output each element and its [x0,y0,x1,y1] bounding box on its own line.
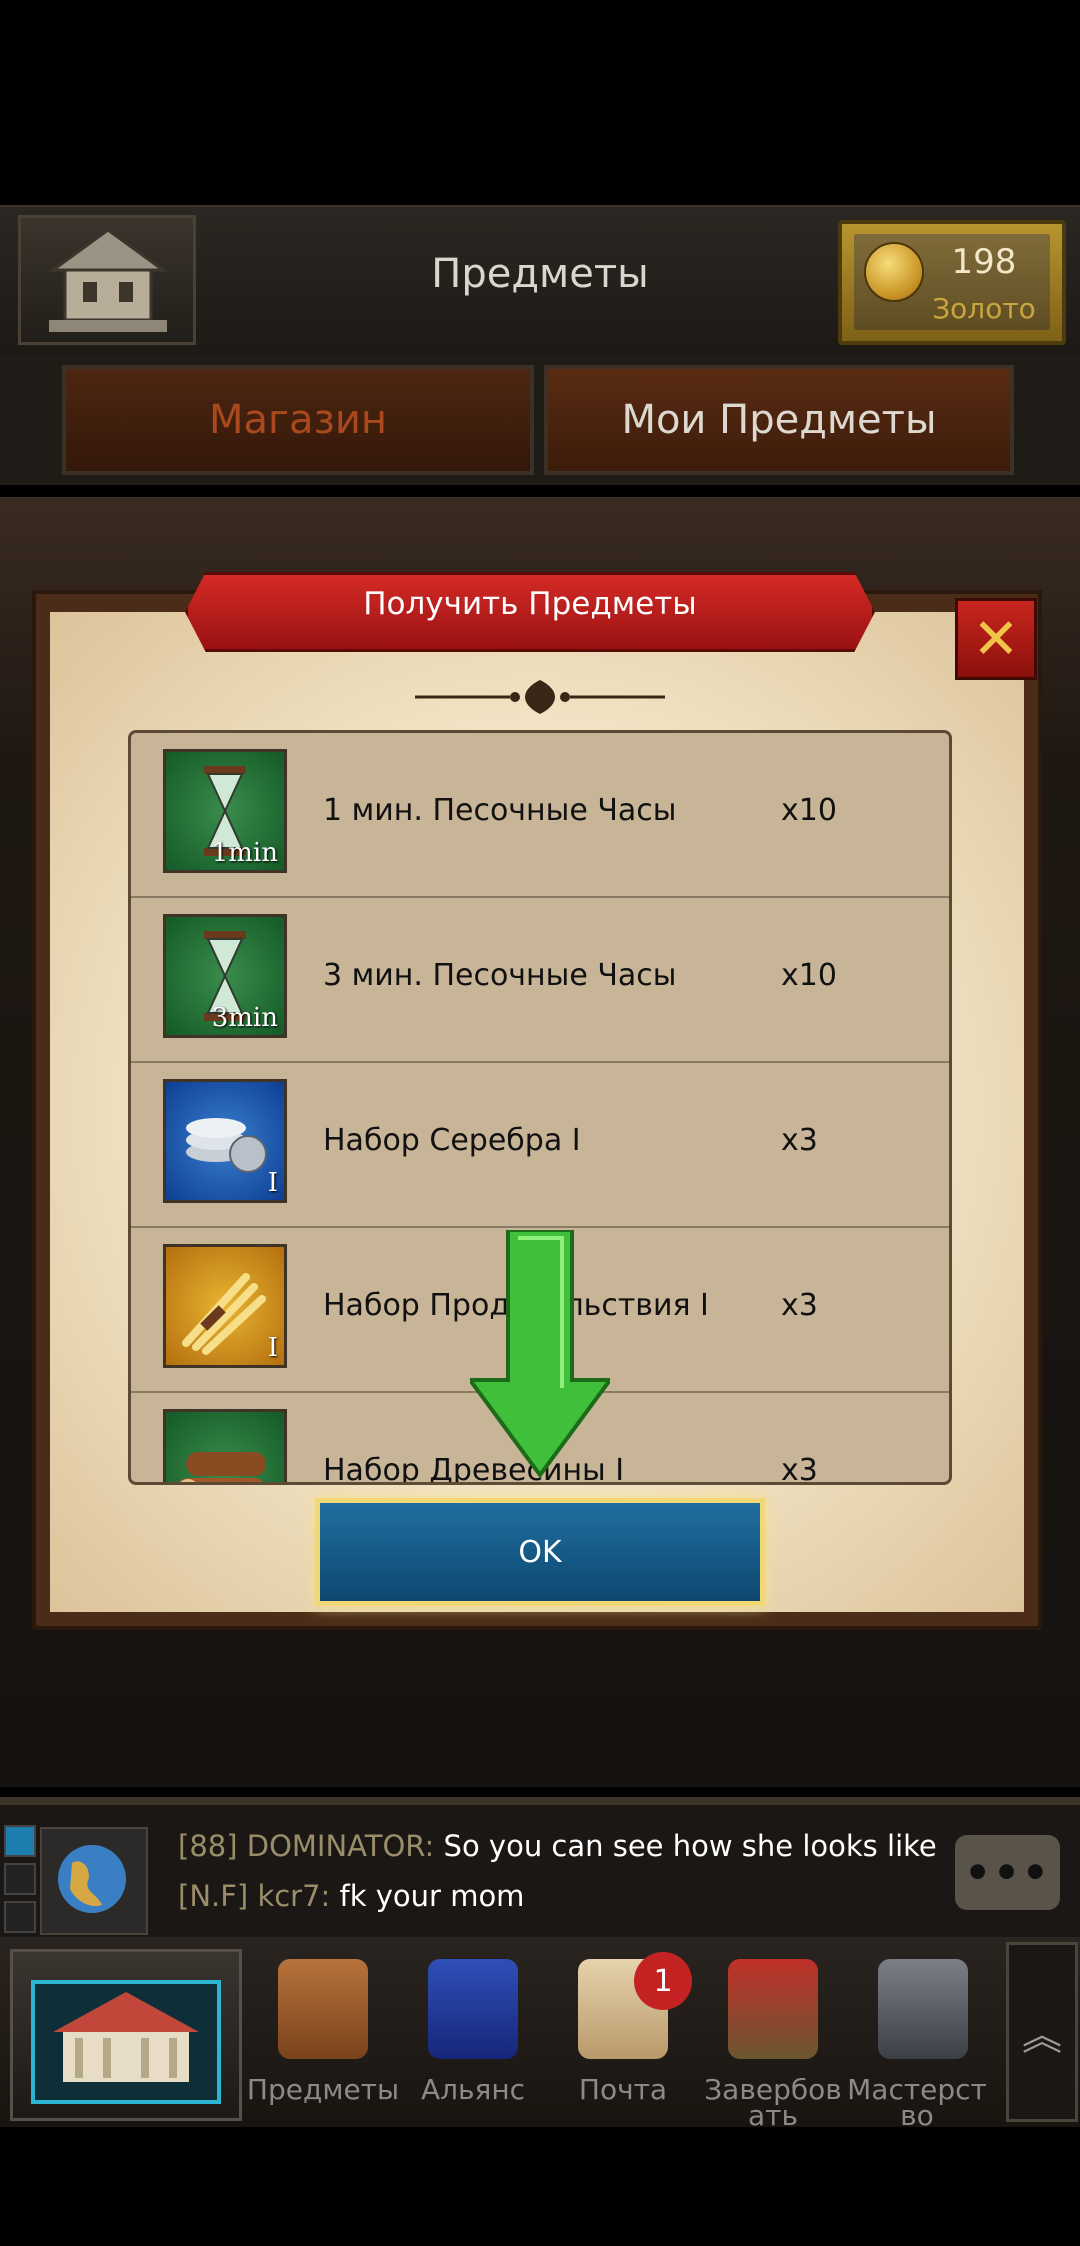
chevron-up-icon: ︽ [1022,2013,1062,2059]
nav-alliance[interactable]: Альянс [398,1949,548,2119]
list-item: 1min 1 мин. Песочные Часы x10 [131,733,949,898]
nav-mastery[interactable]: Мастерство [847,1949,998,2130]
chat-username: [88] DOMINATOR: [178,1829,435,1863]
hourglass-icon: 1min [163,749,287,873]
item-name: Набор Серебра I [323,1123,581,1158]
mail-badge: 1 [634,1952,692,2010]
banner-icon [428,1959,518,2059]
chat-text: fk your mom [330,1879,525,1913]
chat-panel[interactable]: [88] DOMINATOR: So you can see how she l… [0,1797,1080,1945]
list-item: I Набор Серебра I x3 [131,1063,949,1228]
silver-coins-icon: I [163,1079,287,1203]
chat-more-button[interactable]: ••• [955,1835,1060,1910]
item-sublabel: 3min [211,1003,278,1033]
nav-label: Предметы [246,2073,400,2106]
gold-counter[interactable]: 198 Золото [838,220,1066,345]
tab-my-items[interactable]: Мои Предметы [544,365,1014,475]
nav-label: Почта [578,2073,668,2106]
wood-logs-icon [163,1409,287,1482]
bottom-nav: Предметы Альянс Почта Завербовать Мастер… [0,1937,1080,2130]
close-button[interactable]: ✕ [955,598,1037,680]
green-arrow-down-icon [470,1230,610,1479]
x-icon: ✕ [972,606,1020,672]
gold-label: Золото [932,292,1036,325]
nav-items[interactable]: Предметы [247,1949,399,2119]
chat-message: [88] DOMINATOR: So you can see how she l… [178,1829,937,1863]
ellipsis-icon: ••• [964,1848,1051,1897]
item-quantity: x3 [781,1123,818,1158]
city-button[interactable] [10,1949,242,2121]
castle-icon [48,228,168,332]
world-chat-button[interactable] [40,1827,148,1935]
nav-expand-button[interactable]: ︽ [1006,1942,1078,2122]
item-quantity: x3 [781,1453,818,1485]
header-bar: Предметы 198 Золото [0,205,1080,357]
wheat-icon: I [163,1244,287,1368]
chat-username: [N.F] kcr7: [178,1879,331,1913]
tabs-bar: Магазин Мои Предметы [0,355,1080,485]
item-sublabel: I [267,1168,278,1198]
backpack-icon [278,1959,368,2059]
item-quantity: x10 [781,958,837,993]
page-title: Предметы [431,251,649,297]
gold-value: 198 [951,242,1017,282]
dialog-title: Получить Предметы [363,586,697,622]
list-item: 3min 3 мин. Песочные Часы x10 [131,898,949,1063]
tab-shop[interactable]: Магазин [62,365,534,475]
anvil-icon [878,1959,968,2059]
hourglass-icon: 3min [163,914,287,1038]
chat-text: So you can see how she looks like [434,1829,937,1863]
nav-label: Альянс [420,2073,526,2106]
ornament-divider [415,680,665,714]
item-name: 1 мин. Песочные Часы [323,793,677,828]
chat-channel-indicator[interactable] [4,1901,36,1933]
helmet-icon [728,1959,818,2059]
temple-icon [31,1980,221,2104]
gold-coin-icon [864,242,924,302]
chat-message: [N.F] kcr7: fk your mom [178,1879,524,1913]
item-quantity: x10 [781,793,837,828]
item-quantity: x3 [781,1288,818,1323]
chat-channel-indicator[interactable] [4,1863,36,1895]
chat-channel-indicator[interactable] [4,1825,36,1857]
nav-label: Мастерство [847,2073,987,2132]
globe-icon [58,1845,126,1913]
gold-panel: 198 Золото [854,234,1050,330]
item-sublabel: 1min [211,838,278,868]
item-sublabel: I [267,1333,278,1363]
item-name: 3 мин. Песочные Часы [323,958,677,993]
nav-recruit[interactable]: Завербовать [698,1949,848,2130]
ok-button[interactable]: OK [315,1498,765,1606]
nav-label: Завербовать [704,2073,842,2132]
home-button[interactable] [18,215,196,345]
